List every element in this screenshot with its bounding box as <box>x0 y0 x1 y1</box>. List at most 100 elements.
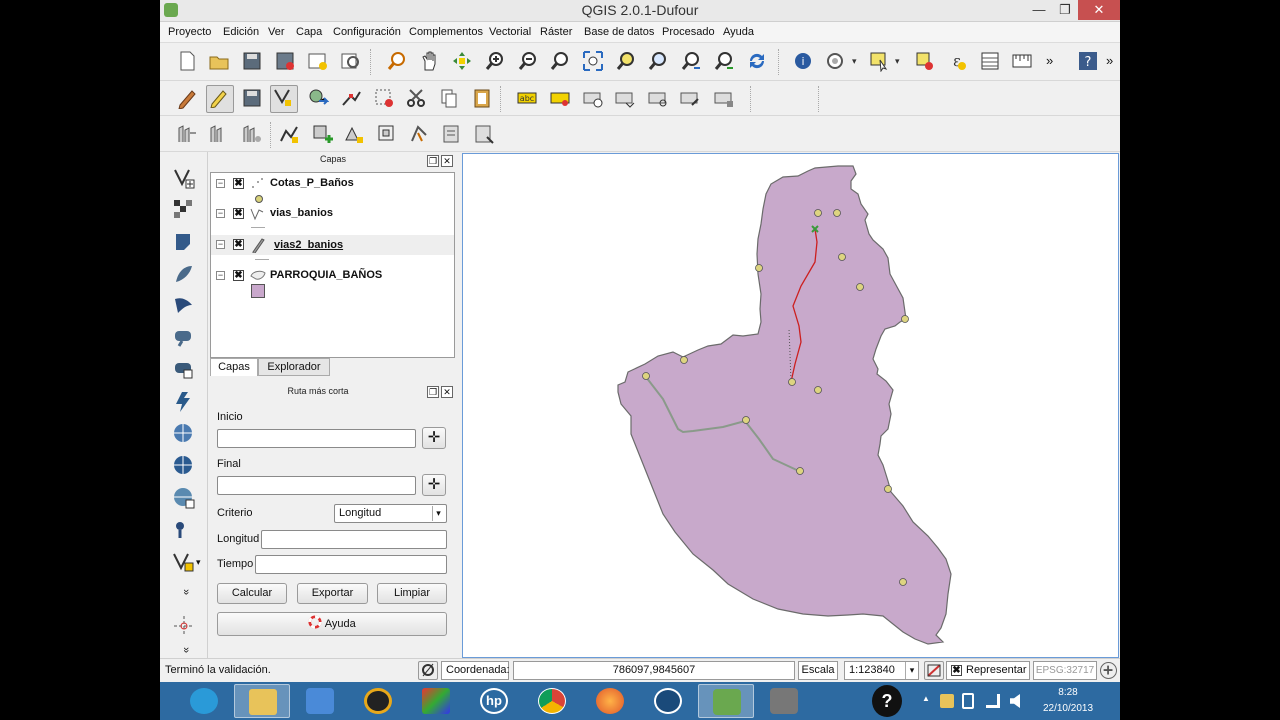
layers-panel-float-button[interactable]: ❐ <box>427 155 439 167</box>
taskbar-arcgis[interactable] <box>640 684 696 718</box>
current-edits-icon[interactable] <box>176 87 198 110</box>
layer-row-parroquia[interactable]: − ✖ PARROQUIA_BAÑOS <box>211 267 454 298</box>
volume-icon[interactable] <box>1010 694 1020 708</box>
stop-render-icon[interactable] <box>924 661 944 680</box>
zoom-to-layer-icon[interactable] <box>647 50 669 72</box>
layer-visibility-checkbox[interactable]: ✖ <box>233 178 244 189</box>
render-checkbox[interactable]: ✖ <box>951 665 962 676</box>
zoom-in-icon[interactable] <box>484 50 506 72</box>
delete-ring-icon[interactable] <box>376 123 398 145</box>
zoom-to-selection-icon[interactable] <box>615 50 637 72</box>
toolbar-overflow-2[interactable]: » <box>1106 51 1120 73</box>
battery-icon[interactable] <box>962 693 974 709</box>
split-features-icon[interactable] <box>473 123 495 145</box>
layer-expander[interactable]: − <box>216 179 225 188</box>
taskbar-explorer[interactable] <box>234 684 290 718</box>
change-label-icon[interactable] <box>679 87 701 109</box>
save-layer-edits-icon[interactable] <box>241 87 263 109</box>
digitize-tool-1-icon[interactable] <box>176 123 198 145</box>
layer-visibility-checkbox[interactable]: ✖ <box>233 208 244 219</box>
menu-vectorial[interactable]: Vectorial <box>489 26 531 38</box>
new-layer-dropdown-icon[interactable]: ▾ <box>196 550 206 574</box>
add-vector-layer-icon[interactable] <box>172 166 196 190</box>
layer-visibility-checkbox[interactable]: ✖ <box>233 270 244 281</box>
save-project-icon[interactable] <box>241 50 263 72</box>
calculate-button[interactable]: Calcular <box>217 583 287 604</box>
pin-labels-icon[interactable] <box>549 87 571 109</box>
menu-complementos[interactable]: Complementos <box>409 26 483 38</box>
menu-procesado[interactable]: Procesado <box>662 26 715 38</box>
feature-action-icon[interactable] <box>824 50 846 72</box>
feature-action-dropdown-icon[interactable]: ▾ <box>852 50 862 72</box>
simplify-feature-icon[interactable] <box>278 123 300 145</box>
rotate-label-icon[interactable] <box>647 87 669 109</box>
select-features-icon[interactable] <box>868 50 890 73</box>
toolbar-overflow-1[interactable]: » <box>1046 51 1060 73</box>
menu-ver[interactable]: Ver <box>268 26 285 38</box>
taskbar-firefox[interactable] <box>582 684 638 718</box>
node-tool-icon[interactable] <box>340 87 362 109</box>
add-spatialite-layer-icon[interactable] <box>172 262 196 286</box>
route-panel-close-button[interactable]: ✕ <box>441 386 453 398</box>
touch-zoom-icon[interactable] <box>386 50 408 72</box>
tray-app-icon[interactable] <box>940 694 954 708</box>
composer-manager-icon[interactable] <box>339 50 361 72</box>
layer-row-vias2-banios[interactable]: − ✖ vias2_banios <box>211 235 454 255</box>
pick-start-button[interactable]: ✛ <box>422 427 446 449</box>
pan-to-selection-icon[interactable] <box>451 50 473 72</box>
toggle-extents-icon[interactable] <box>418 661 438 680</box>
restore-button[interactable]: ❐ <box>1052 0 1078 20</box>
reshape-features-icon[interactable] <box>408 123 430 145</box>
help-icon[interactable]: ? <box>1077 50 1099 72</box>
menu-base-de-datos[interactable]: Base de datos <box>584 26 654 38</box>
tab-explorador[interactable]: Explorador <box>258 358 330 376</box>
new-print-composer-icon[interactable] <box>306 50 328 72</box>
cut-features-icon[interactable] <box>405 87 427 109</box>
tray-expand-icon[interactable]: ▲ <box>920 694 932 703</box>
minimize-button[interactable]: — <box>1026 0 1052 20</box>
copy-features-icon[interactable] <box>438 87 460 109</box>
select-dropdown-icon[interactable]: ▾ <box>895 50 905 72</box>
menu-configuracion[interactable]: Configuración <box>333 26 401 38</box>
label-properties-icon[interactable] <box>713 87 735 109</box>
coordinate-readout[interactable]: 786097,9845607 <box>513 661 795 680</box>
add-mssql-layer-icon[interactable] <box>172 294 196 318</box>
menu-capa[interactable]: Capa <box>296 26 322 38</box>
start-point-input[interactable] <box>217 429 416 448</box>
left-toolbar-more-1[interactable]: » <box>176 580 192 604</box>
help-route-button[interactable]: Ayuda <box>217 612 447 636</box>
add-part-icon[interactable] <box>343 123 365 145</box>
clock-time[interactable]: 8:28 <box>1028 687 1108 698</box>
taskbar-ie[interactable] <box>176 684 232 718</box>
end-point-input[interactable] <box>217 476 416 495</box>
clear-button[interactable]: Limpiar <box>377 583 447 604</box>
coordinate-capture-icon[interactable] <box>172 614 196 638</box>
add-raster-layer-icon[interactable] <box>172 198 196 222</box>
network-icon[interactable] <box>986 694 1000 708</box>
add-gps-layer-icon[interactable] <box>172 518 196 542</box>
tab-capas[interactable]: Capas <box>210 358 258 376</box>
map-canvas[interactable] <box>462 153 1119 658</box>
close-button[interactable]: ✕ <box>1078 0 1120 20</box>
move-label-icon[interactable] <box>614 87 636 109</box>
toggle-editing-icon[interactable] <box>206 85 234 113</box>
field-calculator-icon[interactable]: ε <box>946 50 968 72</box>
identify-features-icon[interactable]: i <box>792 50 814 72</box>
clock-date[interactable]: 22/10/2013 <box>1028 703 1108 714</box>
taskbar-gis-tool[interactable] <box>756 684 812 718</box>
zoom-next-icon[interactable] <box>713 50 735 72</box>
zoom-full-icon[interactable] <box>582 50 604 72</box>
show-hide-labels-icon[interactable] <box>582 87 604 109</box>
new-shapefile-layer-icon[interactable] <box>172 550 196 574</box>
add-feature-icon[interactable] <box>270 85 298 113</box>
layer-expander[interactable]: − <box>216 271 225 280</box>
menu-ayuda[interactable]: Ayuda <box>723 26 754 38</box>
add-postgis-layer-icon[interactable] <box>172 230 196 254</box>
taskbar-paint-app[interactable] <box>408 684 464 718</box>
offset-curve-icon[interactable] <box>441 123 463 145</box>
criterion-select[interactable]: Longitud ▾ <box>334 504 447 523</box>
taskbar-app-rocket[interactable] <box>292 684 348 718</box>
pan-map-icon[interactable] <box>419 50 441 72</box>
help-icon[interactable]: ? <box>872 685 902 717</box>
add-wcs-layer-icon[interactable] <box>172 454 196 478</box>
